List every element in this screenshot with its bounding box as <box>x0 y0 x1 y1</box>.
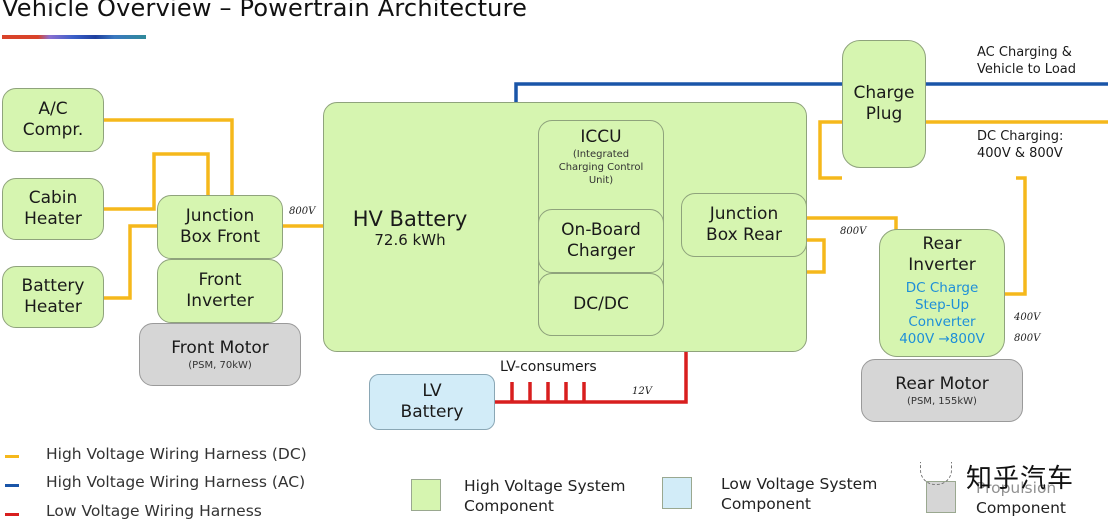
lv-battery-line2: Battery <box>400 402 464 422</box>
iccu-desc-line2: Charging Control <box>558 162 644 173</box>
iccu-desc-line1: (Integrated <box>572 149 630 160</box>
legend-hv-component-line1: High Voltage System <box>464 477 626 495</box>
plug-voltage-400-label: 400V <box>1014 312 1041 323</box>
dc-charging-line2: 400V & 800V <box>977 146 1063 161</box>
legend-lv-label: Low Voltage Wiring Harness <box>46 502 262 520</box>
front-voltage-label: 800V <box>289 206 316 217</box>
battery-heater-box: Battery Heater <box>2 266 104 328</box>
dc-dc-label: DC/DC <box>573 294 629 314</box>
ac-compressor-line1: A/C <box>38 99 68 119</box>
battery-heater-line2: Heater <box>24 297 82 317</box>
step-up-line3: Converter <box>908 314 976 330</box>
rear-voltage-label: 800V <box>840 226 867 237</box>
legend-propulsion-swatch <box>926 481 956 513</box>
legend-lv-component-line1: Low Voltage System <box>721 475 878 493</box>
rear-inverter-line1: Rear <box>922 234 962 254</box>
jbr-line1: Junction <box>709 204 779 224</box>
ac-charging-line1: AC Charging & <box>977 45 1072 60</box>
hv-battery-capacity: 72.6 kWh <box>374 231 446 249</box>
jbf-line1: Junction <box>185 206 255 226</box>
on-board-charger-box: On-Board Charger <box>538 209 664 273</box>
cabin-heater-line1: Cabin <box>28 188 78 208</box>
dc-dc-box: DC/DC <box>538 273 664 336</box>
rear-motor-title: Rear Motor <box>895 373 989 394</box>
ac-compressor-box: A/C Compr. <box>2 88 104 152</box>
legend-hv-dc-label: High Voltage Wiring Harness (DC) <box>46 445 307 463</box>
front-motor-box: Front Motor (PSM, 70kW) <box>139 323 301 386</box>
legend-propulsion-line2: Component <box>976 499 1066 517</box>
charge-plug-line1: Charge <box>853 83 915 103</box>
lv-consumers-label: LV-consumers <box>500 359 597 375</box>
hv-dc-wire-ac-compressor <box>104 118 234 196</box>
hv-dc-wire-rear-inverter-step-up <box>1004 176 1027 296</box>
legend-lv-component-line2: Component <box>721 495 811 513</box>
battery-heater-line1: Battery <box>21 276 85 296</box>
ac-charging-label: AC Charging & Vehicle to Load <box>977 44 1076 78</box>
legend-hv-component-label: High Voltage System Component <box>464 476 625 516</box>
charge-plug-line2: Plug <box>865 104 903 124</box>
obc-line1: On-Board <box>561 220 641 240</box>
step-up-line2: Step-Up <box>914 297 970 313</box>
jbf-line2: Box Front <box>179 227 260 247</box>
front-motor-title: Front Motor <box>171 337 269 358</box>
front-inverter-line1: Front <box>198 270 242 290</box>
dc-charging-line1: DC Charging: <box>977 129 1064 144</box>
legend-hv-ac-label: High Voltage Wiring Harness (AC) <box>46 473 306 491</box>
front-inverter-line2: Inverter <box>186 291 254 311</box>
legend-hv-ac-swatch <box>5 484 19 487</box>
legend-hv-component-line2: Component <box>464 497 554 515</box>
ac-charging-line2: Vehicle to Load <box>977 62 1076 77</box>
rear-motor-spec: (PSM, 155kW) <box>907 395 977 407</box>
legend-lv-component-swatch <box>662 477 692 509</box>
cabin-heater-line2: Heater <box>24 209 82 229</box>
junction-box-front: Junction Box Front <box>157 195 283 259</box>
legend-lv-swatch <box>5 513 19 516</box>
watermark-text: 知乎汽车 <box>966 464 1075 494</box>
junction-box-rear: Junction Box Rear <box>681 193 807 257</box>
lv-battery-line1: LV <box>422 381 442 401</box>
jbr-line2: Box Rear <box>706 225 782 245</box>
step-up-line1: DC Charge <box>905 280 979 296</box>
iccu-desc-line3: Unit) <box>588 175 614 186</box>
rear-motor-box: Rear Motor (PSM, 155kW) <box>861 359 1023 422</box>
legend-hv-dc-swatch <box>5 455 19 458</box>
legend-lv-component-label: Low Voltage System Component <box>721 474 877 514</box>
rear-inverter-line2: Inverter <box>908 255 976 275</box>
rear-inverter-box: Rear Inverter DC Charge Step-Up Converte… <box>879 229 1005 357</box>
obc-line2: Charger <box>567 241 635 261</box>
cabin-heater-box: Cabin Heater <box>2 178 104 240</box>
hv-battery-title: HV Battery <box>352 207 468 231</box>
front-motor-spec: (PSM, 70kW) <box>188 359 252 371</box>
hv-dc-wire-dc-charging <box>818 120 842 180</box>
plug-voltage-800-label: 800V <box>1014 333 1041 344</box>
iccu-title: ICCU <box>580 127 622 147</box>
hv-dc-wire-battery-heater <box>104 224 158 300</box>
ac-compressor-line2: Compr. <box>22 120 84 140</box>
front-inverter-box: Front Inverter <box>157 259 283 323</box>
dc-charging-label: DC Charging: 400V & 800V <box>977 128 1063 162</box>
step-up-line4: 400V →800V <box>899 331 985 347</box>
lv-voltage-label: 12V <box>632 386 652 397</box>
legend-hv-component-swatch <box>411 479 441 511</box>
charge-plug-box: Charge Plug <box>842 40 926 168</box>
lv-battery-box: LV Battery <box>369 374 495 430</box>
